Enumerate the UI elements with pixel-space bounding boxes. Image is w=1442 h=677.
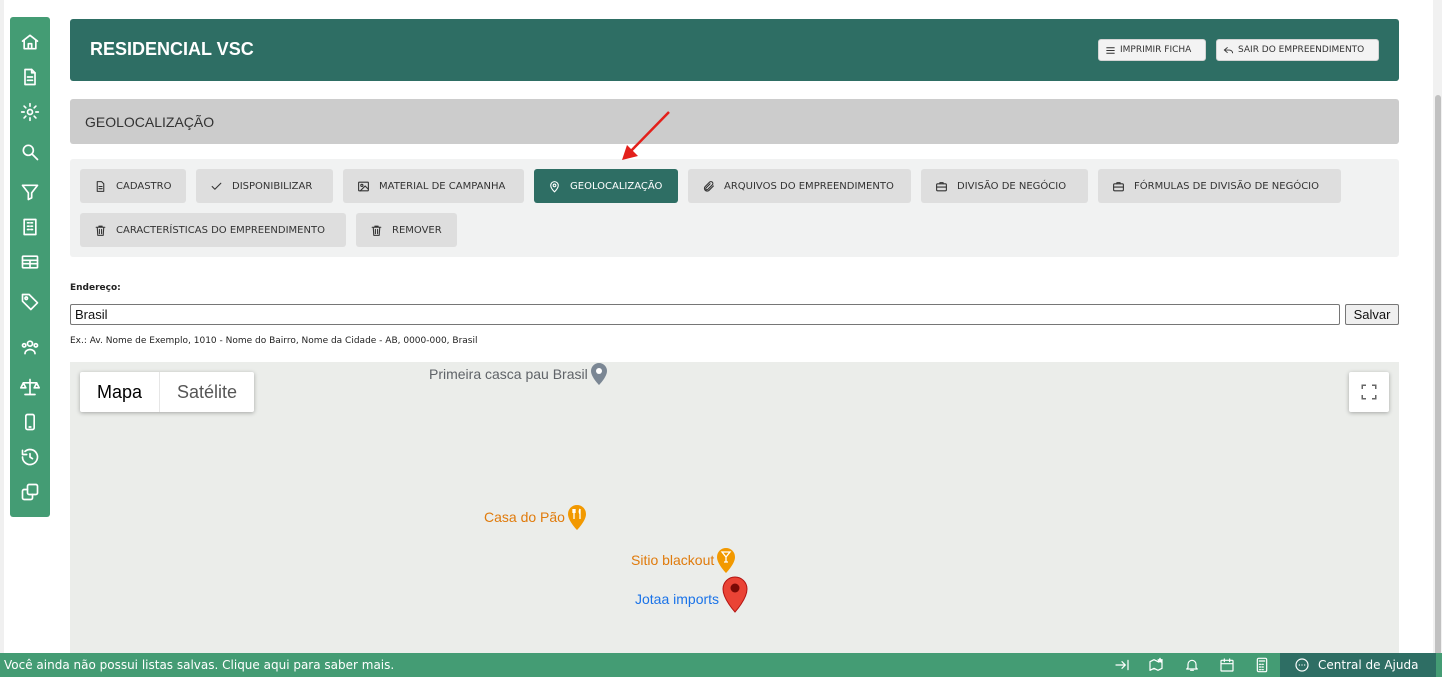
document-icon (96, 180, 105, 192)
tab-label: DISPONIBILIZAR (232, 180, 313, 192)
tab-label: MATERIAL DE CAMPANHA (379, 180, 506, 192)
print-button[interactable]: IMPRIMIR FICHA (1098, 39, 1206, 61)
tab-label: REMOVER (392, 224, 442, 236)
map-star-icon[interactable] (1147, 656, 1165, 674)
map-type-control: Mapa Satélite (80, 372, 255, 412)
chat-icon (1295, 658, 1309, 672)
trash-icon (95, 225, 106, 236)
tag-icon[interactable] (18, 290, 42, 314)
save-button[interactable]: Salvar (1345, 304, 1399, 325)
list-icon (1106, 46, 1115, 54)
bar-icon (717, 548, 736, 573)
exit-button-label: SAIR DO EMPREENDIMENTO (1238, 45, 1365, 55)
map-pin-icon (550, 180, 559, 192)
login-arrow-icon[interactable] (1113, 656, 1131, 674)
section-bar: GEOLOCALIZAÇÃO (70, 99, 1399, 144)
balance-scale-icon[interactable] (18, 375, 42, 399)
scrollbar-thumb[interactable] (1435, 95, 1441, 655)
image-icon (358, 181, 369, 191)
saved-lists-message[interactable]: Você ainda não possui listas salvas. Cli… (4, 658, 394, 672)
tab-divisao-negocio[interactable]: DIVISÃO DE NEGÓCIO (921, 169, 1088, 203)
sidebar (10, 17, 50, 517)
check-icon (211, 182, 222, 190)
tab-arquivos[interactable]: ARQUIVOS DO EMPREENDIMENTO (688, 169, 911, 203)
page-title: RESIDENCIAL VSC (90, 39, 254, 59)
poi-label: Sitio blackout (631, 552, 715, 568)
briefcase-icon (936, 181, 947, 191)
address-hint: Ex.: Av. Nome de Exemplo, 1010 - Nome do… (70, 336, 478, 346)
tab-label: FÓRMULAS DE DIVISÃO DE NEGÓCIO (1134, 180, 1319, 192)
address-label: Endereço: (70, 283, 121, 293)
section-title: GEOLOCALIZAÇÃO (85, 114, 215, 130)
fullscreen-icon (1361, 384, 1377, 400)
map-type-map[interactable]: Mapa (80, 372, 159, 412)
mobile-icon[interactable] (18, 410, 42, 434)
home-icon[interactable] (18, 30, 42, 54)
tab-caracteristicas[interactable]: CARACTERÍSTICAS DO EMPREENDIMENTO (80, 213, 346, 247)
poi-label: Primeira casca pau Brasil (429, 366, 588, 382)
briefcase-icon (1113, 181, 1124, 191)
reply-icon (1223, 46, 1234, 53)
tabs-panel: CADASTRO DISPONIBILIZAR MATERIAL DE CAMP… (70, 159, 1399, 257)
poi-jotaa-imports[interactable]: Jotaa imports (635, 591, 719, 607)
window-edge (0, 0, 4, 677)
tab-material-campanha[interactable]: MATERIAL DE CAMPANHA (343, 169, 524, 203)
history-icon[interactable] (18, 445, 42, 469)
location-marker-icon[interactable] (722, 575, 748, 613)
trash-icon (371, 225, 382, 236)
print-button-label: IMPRIMIR FICHA (1120, 45, 1192, 55)
address-input[interactable] (70, 304, 1340, 325)
calculator-icon[interactable] (1253, 656, 1271, 674)
map-view[interactable]: Mapa Satélite Primeira casca pau Brasil … (70, 362, 1399, 653)
fullscreen-button[interactable] (1349, 372, 1389, 412)
users-icon[interactable] (18, 335, 42, 359)
footer-bar: Você ainda não possui listas salvas. Cli… (0, 653, 1442, 677)
poi-label: Jotaa imports (635, 591, 720, 607)
restaurant-icon (567, 505, 586, 530)
tab-cadastro[interactable]: CADASTRO (80, 169, 186, 203)
tab-label: GEOLOCALIZAÇÃO (570, 180, 663, 192)
filter-icon[interactable] (18, 180, 42, 204)
tab-geolocalizacao[interactable]: GEOLOCALIZAÇÃO (534, 169, 678, 203)
gear-icon[interactable] (18, 100, 42, 124)
page-header: RESIDENCIAL VSC IMPRIMIR FICHA SAIR DO E… (70, 19, 1399, 81)
poi-sitio-blackout[interactable]: Sitio blackout (631, 546, 736, 574)
poi-label: Casa do Pão (484, 509, 565, 525)
building-icon[interactable] (18, 215, 42, 239)
help-center-button[interactable]: Central de Ajuda (1280, 653, 1436, 677)
tab-remover[interactable]: REMOVER (356, 213, 457, 247)
map-pin-icon (590, 363, 607, 385)
calendar-icon[interactable] (1218, 656, 1236, 674)
poi-casa-do-pao[interactable]: Casa do Pão (484, 503, 587, 531)
tab-label: DIVISÃO DE NEGÓCIO (957, 180, 1067, 192)
paperclip-icon (703, 180, 714, 192)
bell-icon[interactable] (1183, 656, 1201, 674)
tab-formulas-divisao[interactable]: FÓRMULAS DE DIVISÃO DE NEGÓCIO (1098, 169, 1341, 203)
copy-icon[interactable] (18, 480, 42, 504)
document-icon[interactable] (18, 65, 42, 89)
search-icon[interactable] (18, 140, 42, 164)
map-type-satellite[interactable]: Satélite (160, 372, 254, 412)
exit-project-button[interactable]: SAIR DO EMPREENDIMENTO (1216, 39, 1379, 61)
help-center-label: Central de Ajuda (1318, 658, 1419, 672)
tab-label: CADASTRO (116, 180, 172, 192)
tab-label: ARQUIVOS DO EMPREENDIMENTO (724, 180, 894, 192)
poi-primeira-casca[interactable]: Primeira casca pau Brasil (429, 362, 608, 386)
table-icon[interactable] (18, 250, 42, 274)
tab-label: CARACTERÍSTICAS DO EMPREENDIMENTO (116, 224, 325, 236)
tab-disponibilizar[interactable]: DISPONIBILIZAR (196, 169, 333, 203)
